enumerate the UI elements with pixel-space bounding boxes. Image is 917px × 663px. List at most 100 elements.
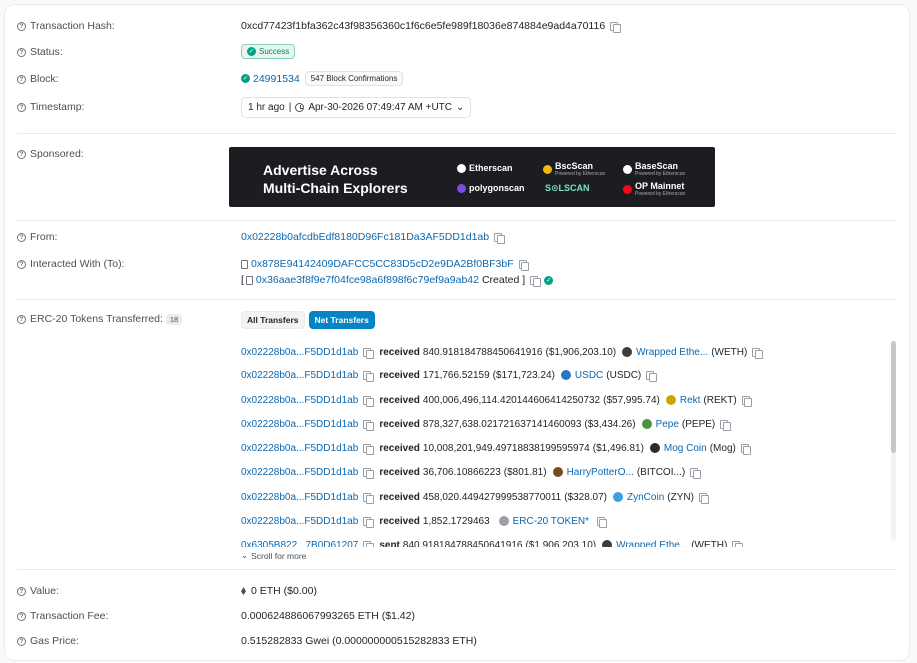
token-link[interactable]: Wrapped Ethe... [616,540,688,548]
copy-icon[interactable] [494,232,505,244]
transfer-amount: 171,766.52159 [422,369,490,381]
copy-icon[interactable] [732,540,743,547]
transfer-amount: 840.918184788450641916 [422,346,543,358]
copy-icon[interactable] [752,347,763,359]
polygonscan-logo: polygonscan [457,183,525,193]
token-icon [649,443,660,453]
copy-icon[interactable] [596,516,608,528]
help-icon[interactable]: ? [17,636,26,646]
transfer-amount: 400,006,496,114.420144606414250732 [422,394,601,406]
timestamp-dropdown[interactable]: 1 hr ago | Apr-30-2026 07:49:47 AM +UTC … [241,97,472,118]
token-symbol: (Mog) [709,442,736,454]
copy-icon[interactable] [363,443,374,455]
copy-icon[interactable] [363,492,374,504]
transfer-amount: 458,020.449427999538770011 [422,491,562,503]
help-icon[interactable]: ? [17,74,26,84]
transfer-address-link[interactable]: 0x02228b0a...F5DD1d1ab [241,516,358,527]
basescan-logo: BaseScan Powered by Etherscan [623,161,685,177]
copy-icon[interactable] [518,259,530,271]
token-link[interactable]: USDC [575,370,603,381]
help-icon[interactable]: ? [17,102,26,112]
copy-icon[interactable] [363,467,374,479]
token-transfer-row: 0x02228b0a...F5DD1d1ab received 458,020.44… [241,490,710,504]
transfer-address-link[interactable]: 0x02228b0a...F5DD1d1ab [241,395,358,406]
copy-icon[interactable] [363,347,374,359]
token-link[interactable]: ZynCoin [627,492,664,503]
copy-icon[interactable] [740,443,752,455]
copy-icon[interactable] [698,492,710,504]
transfer-address-link[interactable]: 0x02228b0a...F5DD1d1ab [241,492,358,503]
transfer-direction: sent [379,539,400,548]
scrollbar-thumb[interactable] [891,341,896,453]
check-circle-icon: ✓ [247,47,256,56]
block-number-link[interactable]: 24991534 [253,73,300,85]
transfer-address-link[interactable]: 0x02228b0a...F5DD1d1ab [241,370,358,381]
value-amount: 0 ETH ($0.00) [251,585,317,597]
token-transfer-row: 0x02228b0a...F5DD1d1ab received 10,008,201… [241,441,752,455]
tab-all-transfers[interactable]: All Transfers [241,311,305,329]
transfer-direction: received [379,515,420,527]
sponsored-ad-banner[interactable]: Advertise Across Multi-Chain Explorers E… [229,147,715,207]
help-icon[interactable]: ? [17,314,26,324]
token-link[interactable]: Mog Coin [664,443,707,454]
divider [17,299,897,300]
copy-icon[interactable] [363,370,374,382]
transfer-usd: ($328.07) [564,491,608,503]
help-icon[interactable]: ? [17,149,26,159]
transfer-usd: ($1,906,203.10) [525,539,597,548]
help-icon[interactable]: ? [17,586,26,596]
op-mainnet-logo: OP Mainnet Powered by Etherscan [623,181,685,197]
from-address-link[interactable]: 0x02228b0afcdbEdf8180D96Fc181Da3AF5DD1d1… [241,231,489,243]
token-icon [613,492,624,502]
tx-hash-value: 0xcd77423f1bfa362c43f98356360c1f6c6e5fe9… [241,20,606,32]
help-icon[interactable]: ? [17,611,26,621]
copy-icon[interactable] [720,419,731,431]
transaction-details-card: ? Transaction Hash: 0xcd77423f1bfa362c43f… [4,4,910,661]
token-transfer-row: 0x02228b0a...F5DD1d1ab received 400,006,49… [241,393,753,407]
copy-icon[interactable] [363,395,374,407]
token-link[interactable]: Wrapped Ethe... [636,347,708,358]
copy-icon[interactable] [741,395,753,407]
scroll-for-more[interactable]: ⌄ Scroll for more [241,550,306,561]
help-icon[interactable]: ? [17,232,26,242]
token-link[interactable]: HarryPotterO... [567,467,634,478]
token-symbol: (WETH) [691,539,728,548]
token-link[interactable]: ERC-20 TOKEN* [513,516,589,527]
transfer-address-link[interactable]: 0x02228b0a...F5DD1d1ab [241,443,358,454]
copy-icon[interactable] [363,516,374,528]
transfer-address-link[interactable]: 0x6305B822...7B0D61207 [241,540,358,548]
token-icon [641,419,652,429]
divider [17,569,897,570]
help-icon[interactable]: ? [17,259,26,269]
token-link[interactable]: Rekt [680,395,701,406]
transfer-address-link[interactable]: 0x02228b0a...F5DD1d1ab [241,467,358,478]
to-contract-link[interactable]: 0x878E94142409DAFCC5CC83D5cD2e9DA2Bf0BF3… [251,258,514,270]
transfer-amount: 36,706.10866223 [422,466,501,478]
transfer-amount: 840.918184788450641916 [402,539,523,548]
transfer-address-link[interactable]: 0x02228b0a...F5DD1d1ab [241,347,358,358]
token-link[interactable]: Pepe [656,419,679,430]
divider [17,220,897,221]
contract-icon [241,259,248,269]
created-contract-link[interactable]: 0x36aae3f8f9e7f04fce98a6f898f6c79ef9a9ab… [256,274,479,286]
copy-icon[interactable] [363,419,374,431]
token-transfer-row: 0x02228b0a...F5DD1d1ab received 840.918184… [241,345,763,359]
eth-icon [241,587,246,595]
help-icon[interactable]: ? [17,47,26,57]
transfer-address-link[interactable]: 0x02228b0a...F5DD1d1ab [241,419,358,430]
token-transfer-list[interactable]: 0x02228b0a...F5DD1d1ab received 840.918184… [241,339,881,547]
block-confirmations-badge: 547 Block Confirmations [304,71,404,86]
copy-icon[interactable] [530,275,541,287]
solscan-logo: S⊙LSCAN [545,183,590,193]
copy-icon[interactable] [690,467,701,479]
chevron-down-icon: ⌄ [456,102,465,113]
copy-icon[interactable] [646,370,657,382]
help-icon[interactable]: ? [17,21,26,31]
transfer-list-scrollbar[interactable] [891,341,896,541]
tab-net-transfers[interactable]: Net Transfers [308,311,375,329]
copy-icon[interactable] [363,540,374,547]
token-transfer-row: 0x02228b0a...F5DD1d1ab received 36,706.108… [241,465,701,479]
clock-icon [295,103,305,112]
transfer-direction: received [379,491,420,503]
copy-icon[interactable] [610,21,621,33]
